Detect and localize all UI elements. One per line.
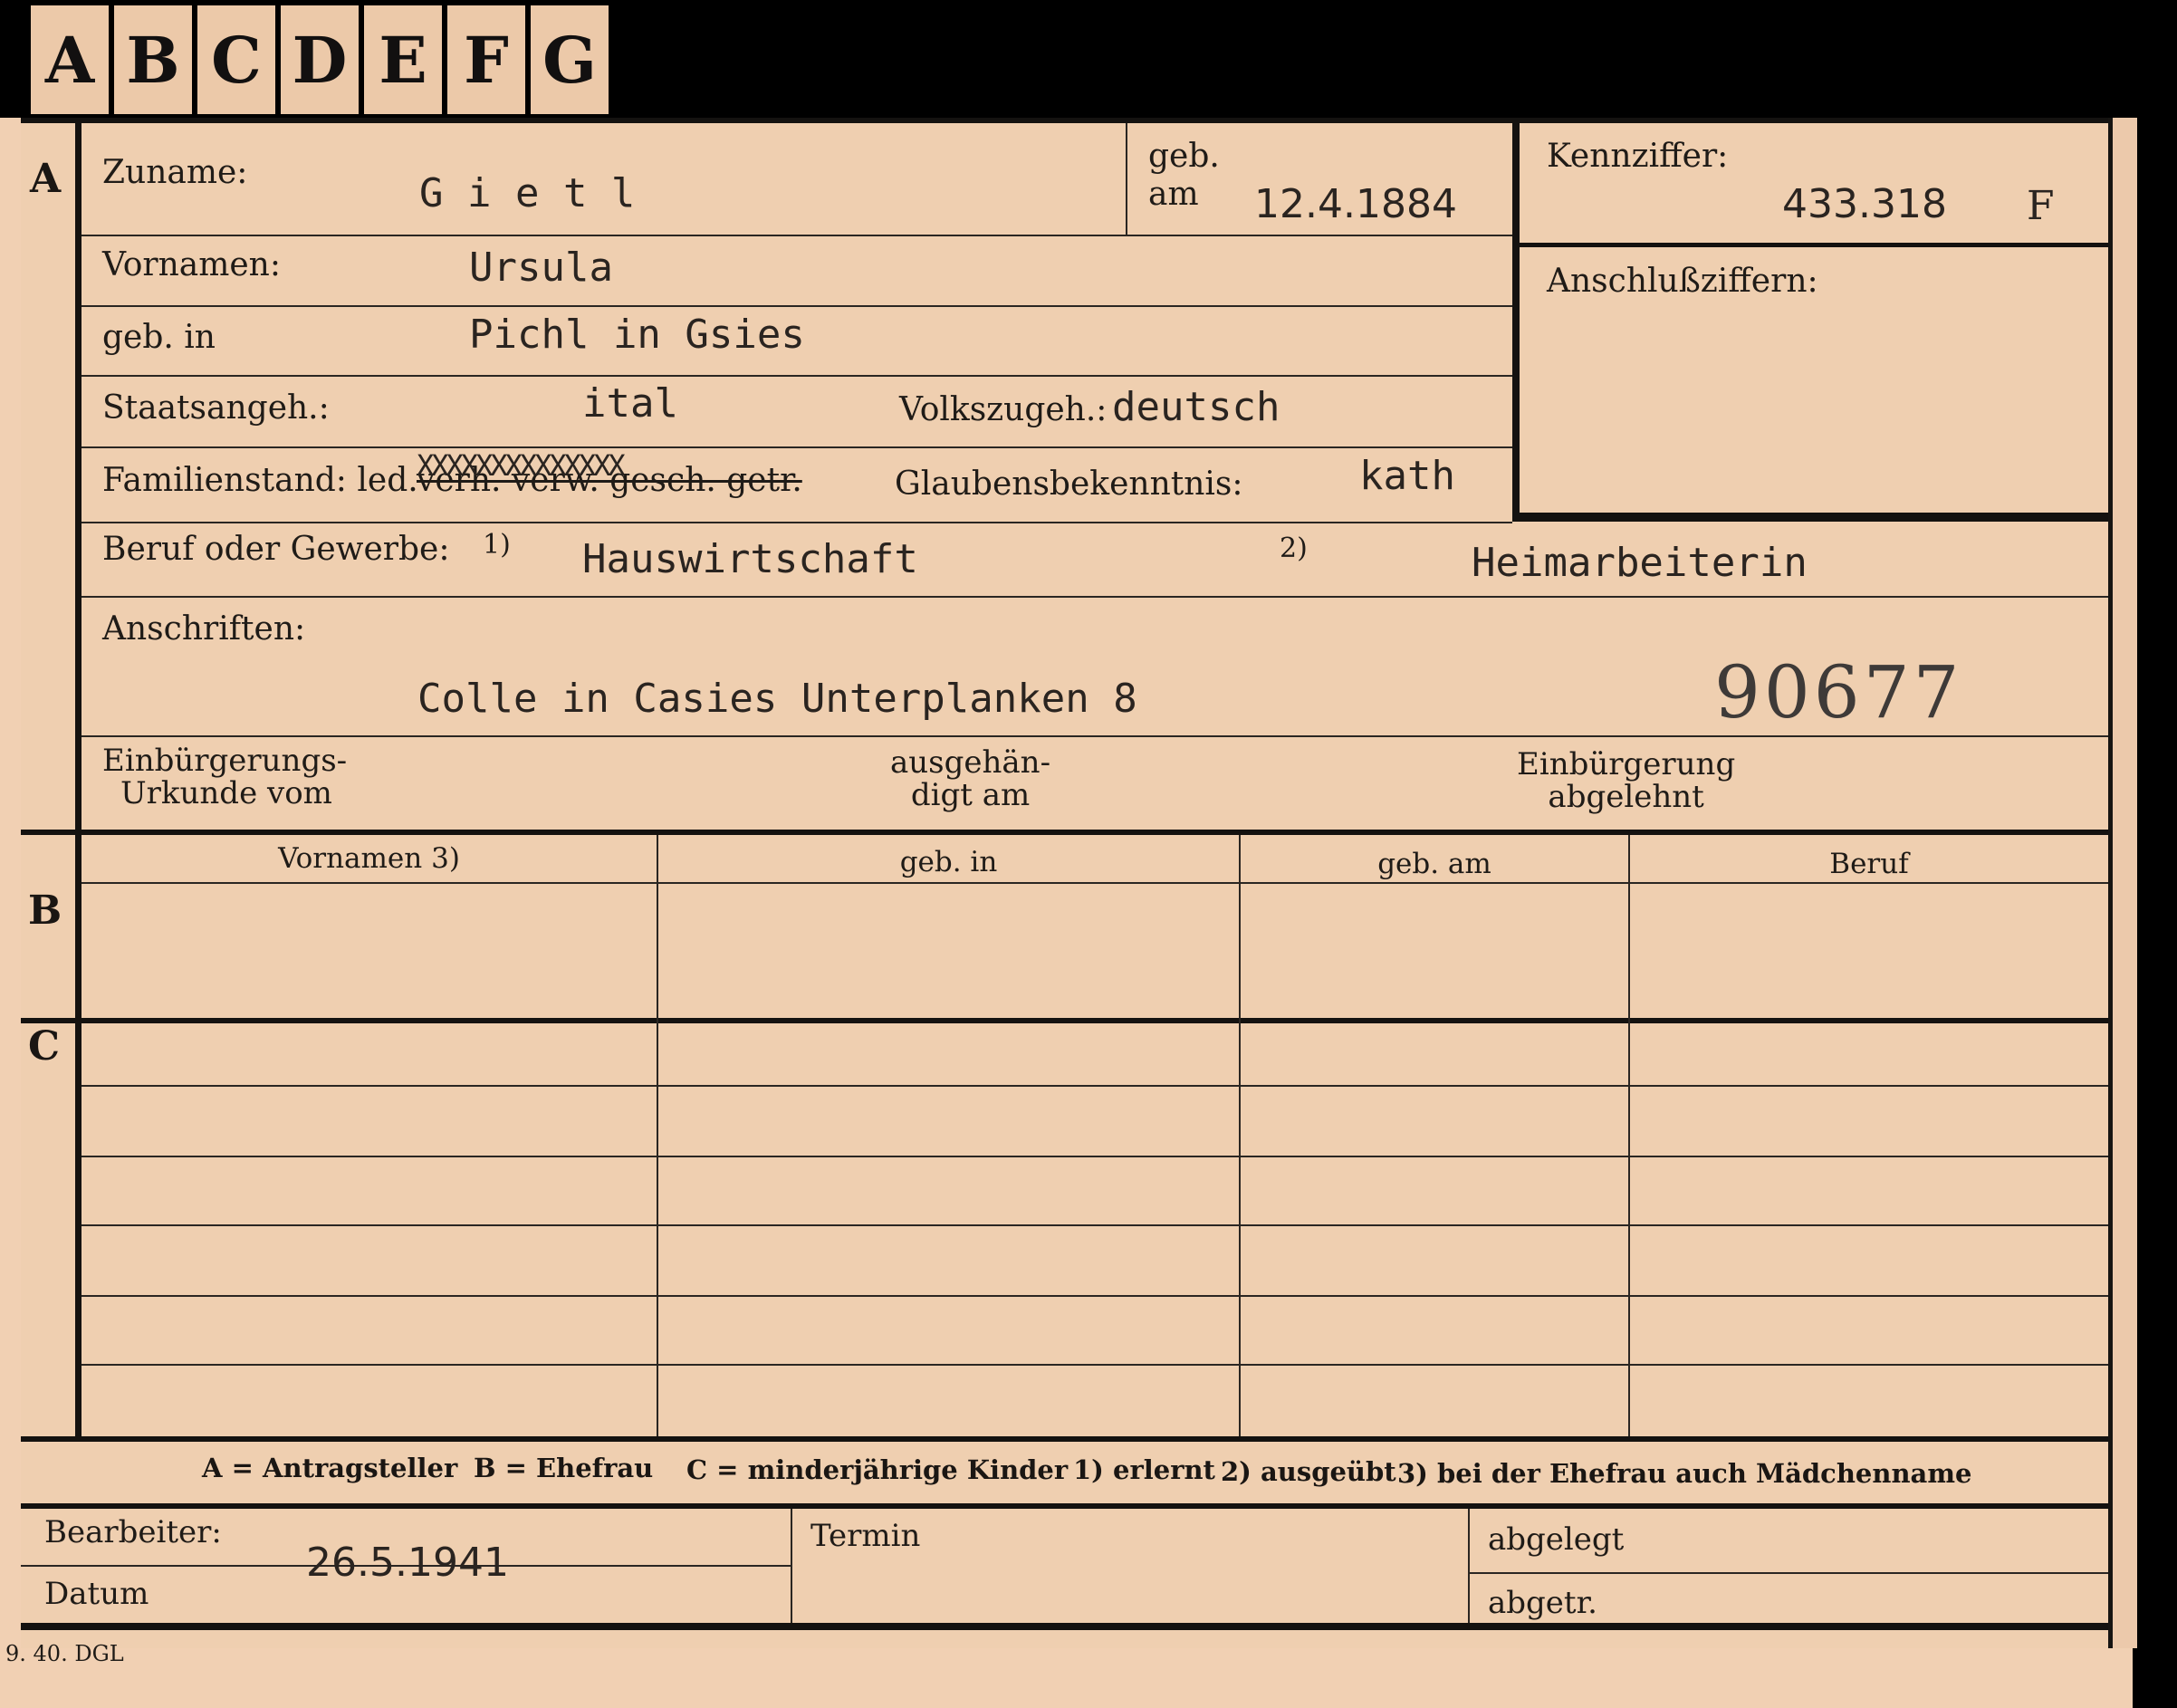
section-c-bottom-border <box>21 1436 2108 1442</box>
zuname-value[interactable]: G i e t l <box>419 170 635 216</box>
einbuergerung-urkunde-line2: Urkunde vom <box>120 775 332 811</box>
abgetr-label: abgetr. <box>1488 1585 1597 1621</box>
vornamen-label: Vornamen: <box>102 246 281 283</box>
rule-geb-divider <box>1126 123 1127 235</box>
kennziffer-box-bottom <box>1512 513 2108 522</box>
anschlussziffern-label: Anschlußziffern: <box>1547 263 1818 300</box>
staatsangeh-label: Staatsangeh.: <box>102 389 330 427</box>
card-right-margin <box>2108 118 2137 1648</box>
child-row-rule-4 <box>82 1295 2108 1297</box>
table-header-vornamen: Vornamen 3) <box>278 842 460 875</box>
footer-divider-2 <box>1468 1509 1470 1623</box>
legend-ausgeuebt: 2) ausgeübt <box>1221 1456 1396 1487</box>
section-a-bottom-border <box>21 830 2108 835</box>
termin-label: Termin <box>810 1518 921 1554</box>
index-tab-e[interactable]: E <box>364 5 447 114</box>
einbuergerung-urkunde-label: Einbürgerungs- Urkunde vom <box>102 744 347 810</box>
scan-background-right <box>2133 0 2177 1708</box>
legend-bottom-border <box>21 1503 2108 1509</box>
kennziffer-label: Kennziffer: <box>1547 138 1729 175</box>
beruf-1-value[interactable]: Hauswirtschaft <box>582 536 918 582</box>
einbuergerung-abgelehnt-line2: abgelehnt <box>1548 779 1704 815</box>
footer-abgelegt-rule <box>1468 1572 2108 1574</box>
datum-label: Datum <box>44 1576 149 1612</box>
einbuergerung-abgelehnt-label: Einbürgerung abgelehnt <box>1517 748 1735 813</box>
geb-in-label: geb. in <box>102 319 216 356</box>
rule-familienstand <box>82 522 1512 523</box>
table-col-rule-2 <box>1239 835 1241 1436</box>
section-label-b: B <box>28 888 62 934</box>
ausgehaendigt-line2: digt am <box>910 777 1031 813</box>
staatsangeh-value[interactable]: ital <box>582 380 678 427</box>
card-bottom-border <box>21 1623 2108 1630</box>
child-row-rule-3 <box>82 1224 2108 1226</box>
legend-maedchenname: 3) bei der Ehefrau auch Mädchenname <box>1397 1458 1972 1489</box>
bearbeiter-datum-value[interactable]: 26.5.1941 <box>306 1540 509 1586</box>
table-header-geb-am: geb. am <box>1377 848 1491 880</box>
beruf-label: Beruf oder Gewerbe: <box>102 531 450 568</box>
index-tabs: A B C D E F G <box>25 0 614 116</box>
abgelegt-label: abgelegt <box>1488 1521 1625 1558</box>
legend-erlernt: 1) erlernt <box>1073 1454 1215 1485</box>
table-header-geb-in: geb. in <box>899 846 998 878</box>
child-row-rule-1 <box>82 1085 2108 1087</box>
geb-label: geb. <box>1148 138 1220 175</box>
ausgehaendigt-label: ausgehän- digt am <box>890 746 1050 811</box>
kennziffer-suffix: F <box>2027 183 2055 229</box>
ausgehaendigt-line1: ausgehän- <box>890 744 1051 781</box>
index-tab-a[interactable]: A <box>25 5 114 114</box>
section-column-border <box>75 118 82 1438</box>
legend-kinder: C = minderjährige Kinder <box>686 1454 1069 1485</box>
vornamen-value[interactable]: Ursula <box>469 245 613 291</box>
section-label-a: A <box>30 156 62 202</box>
zuname-label: Zuname: <box>102 154 248 191</box>
record-card: A B C Zuname: G i e t l geb. am 12.4.188… <box>21 118 2108 1648</box>
rule-anschriften <box>82 735 2108 737</box>
legend-ehefrau: B = Ehefrau <box>474 1453 654 1483</box>
glaubensbekenntnis-label: Glaubensbekenntnis: <box>895 465 1243 503</box>
index-tab-b[interactable]: B <box>114 5 197 114</box>
geb-in-value[interactable]: Pichl in Gsies <box>469 312 805 358</box>
child-row-rule-5 <box>82 1364 2108 1366</box>
table-header-beruf: Beruf <box>1829 848 1909 880</box>
card-top-border <box>21 118 2108 123</box>
beruf-note-2: 2) <box>1280 533 1308 564</box>
table-header-rule <box>82 882 2108 884</box>
footer-divider-1 <box>791 1509 792 1623</box>
anschriften-label: Anschriften: <box>102 610 306 648</box>
section-label-c: C <box>28 1023 61 1070</box>
kennziffer-divider <box>1520 243 2108 247</box>
index-tab-d[interactable]: D <box>281 5 364 114</box>
rule-zuname <box>82 235 1512 236</box>
volkszugeh-label: Volkszugeh.: <box>899 391 1108 428</box>
index-tab-f[interactable]: F <box>447 5 531 114</box>
glaubensbekenntnis-value[interactable]: kath <box>1359 453 1455 499</box>
volkszugeh-value[interactable]: deutsch <box>1112 384 1280 430</box>
rule-staatsangeh <box>82 446 1512 448</box>
einbuergerung-urkunde-line1: Einbürgerungs- <box>102 743 348 779</box>
section-b-bottom-border <box>21 1018 2108 1023</box>
beruf-2-value[interactable]: Heimarbeiterin <box>1472 540 1808 586</box>
rule-beruf <box>82 596 2108 598</box>
legend-antragsteller: A = Antragsteller <box>202 1453 458 1483</box>
kennziffer-value[interactable]: 433.318 <box>1782 181 1947 227</box>
einbuergerung-abgelehnt-line1: Einbürgerung <box>1517 746 1736 782</box>
familienstand-overstrike: XXXXXXXXXXXXXX <box>417 448 626 483</box>
rule-vornamen <box>82 305 1512 307</box>
beruf-note-1: 1) <box>483 529 511 561</box>
anschrift-value[interactable]: Colle in Casies Unterplanken 8 <box>417 676 1137 722</box>
table-col-rule-3 <box>1628 835 1630 1436</box>
table-col-rule-1 <box>657 835 658 1436</box>
bearbeiter-label: Bearbeiter: <box>44 1514 222 1550</box>
familienstand-label: Familienstand: led. <box>102 462 418 499</box>
am-label: am <box>1148 176 1199 213</box>
footer-print-code: 9. 40. DGL <box>5 1641 124 1666</box>
rule-geb-in <box>82 375 1512 377</box>
kennziffer-box-left <box>1512 123 1520 522</box>
stamp-number: 90677 <box>1714 650 1963 734</box>
child-row-rule-2 <box>82 1156 2108 1157</box>
index-tab-c[interactable]: C <box>197 5 281 114</box>
index-tab-g[interactable]: G <box>531 5 614 114</box>
geb-am-value[interactable]: 12.4.1884 <box>1254 181 1457 227</box>
